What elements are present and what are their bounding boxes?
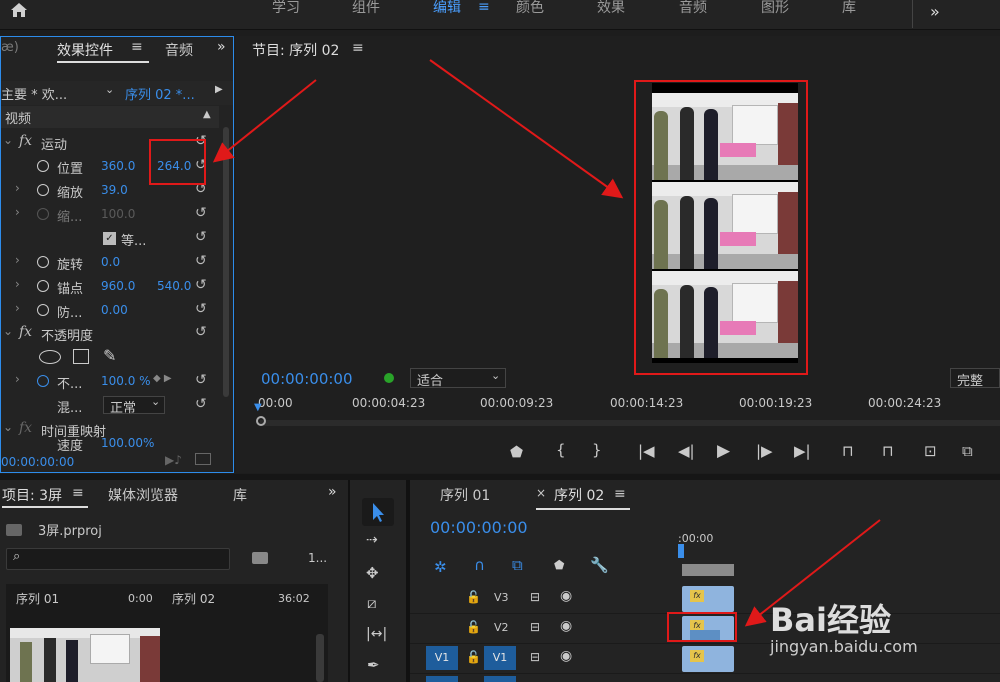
arrow-to-position — [212, 79, 317, 163]
arrow-to-clip — [744, 519, 881, 627]
arrow-to-program — [429, 59, 624, 199]
annotation-arrows — [212, 59, 881, 627]
